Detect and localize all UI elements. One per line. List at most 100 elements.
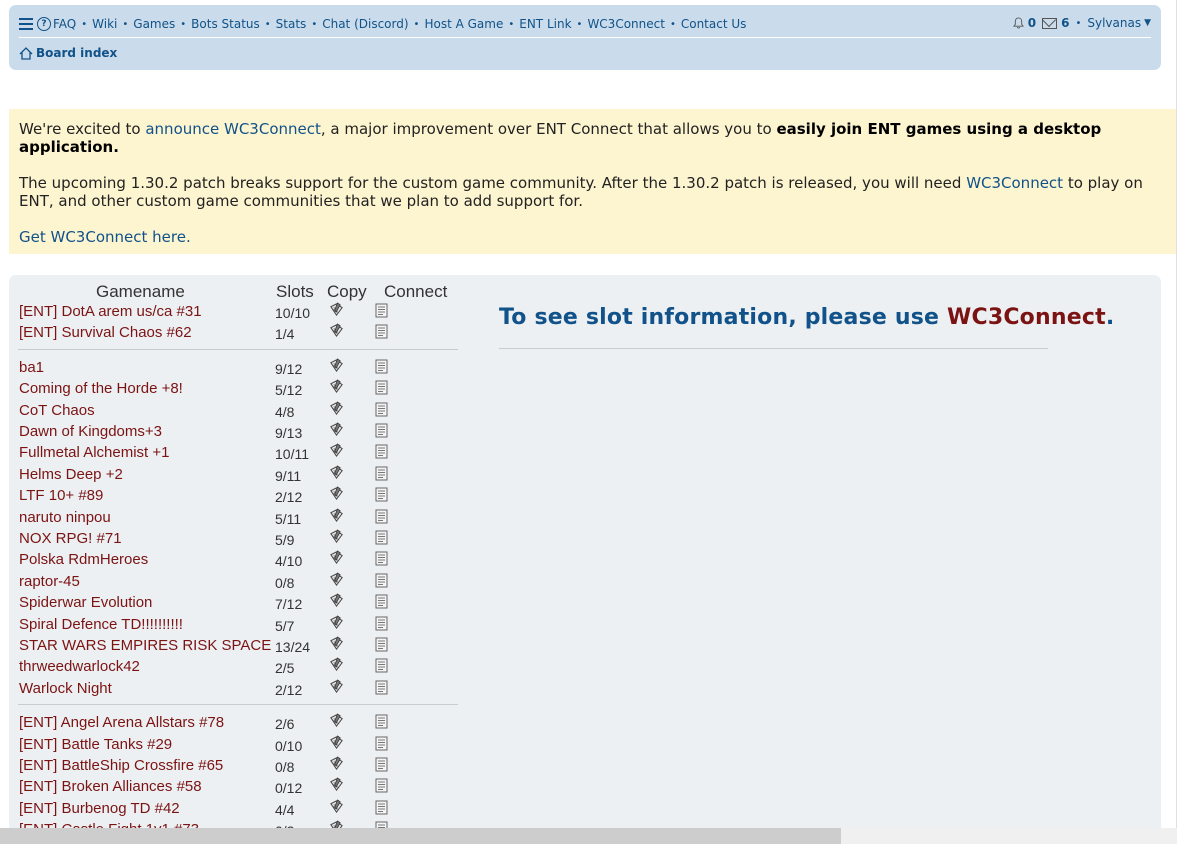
copy-icon[interactable] xyxy=(329,799,344,814)
game-name-link[interactable]: Spiderwar Evolution xyxy=(19,592,152,613)
nav-link-games[interactable]: Games xyxy=(133,17,175,31)
copy-icon[interactable] xyxy=(329,443,344,458)
scrollbar-thumb[interactable] xyxy=(0,828,841,844)
game-name-link[interactable]: [ENT] DotA arem us/ca #31 xyxy=(19,301,202,322)
game-slots: 2/6 xyxy=(275,716,295,733)
copy-icon[interactable] xyxy=(329,486,344,501)
nav-link-ent-link[interactable]: ENT Link xyxy=(519,17,571,31)
menu-icon[interactable] xyxy=(19,18,33,30)
game-name-link[interactable]: [ENT] Burbenog TD #42 xyxy=(19,798,180,819)
game-row: thrweedwarlock42 2/5 xyxy=(9,656,449,677)
game-name-link[interactable]: NOX RPG! #71 xyxy=(19,528,122,549)
game-name-link[interactable]: naruto ninpou xyxy=(19,507,111,528)
nav-link-wc3connect[interactable]: WC3Connect xyxy=(587,17,665,31)
connect-icon[interactable] xyxy=(375,637,388,652)
connect-icon[interactable] xyxy=(375,324,388,339)
connect-icon[interactable] xyxy=(375,359,388,374)
game-name-link[interactable]: STAR WARS EMPIRES RISK SPACE xyxy=(19,635,271,656)
copy-icon[interactable] xyxy=(329,572,344,587)
nav-link-chat[interactable]: Chat (Discord) xyxy=(322,17,408,31)
game-slots: 4/4 xyxy=(275,801,295,818)
game-name-link[interactable]: [ENT] Broken Alliances #58 xyxy=(19,776,202,797)
game-name-link[interactable]: [ENT] Survival Chaos #62 xyxy=(19,322,192,343)
copy-icon[interactable] xyxy=(329,465,344,480)
game-slots: 5/7 xyxy=(275,617,295,634)
nav-link-wiki[interactable]: Wiki xyxy=(92,17,117,31)
connect-icon[interactable] xyxy=(375,466,388,481)
nav-bullet: • xyxy=(122,18,129,30)
connect-icon[interactable] xyxy=(375,736,388,751)
copy-icon[interactable] xyxy=(329,529,344,544)
announcement-paragraph-2: The upcoming 1.30.2 patch breaks support… xyxy=(19,174,1149,210)
game-name-link[interactable]: [ENT] BattleShip Crossfire #65 xyxy=(19,755,223,776)
copy-icon[interactable] xyxy=(329,657,344,672)
caret-down-icon[interactable]: ▼ xyxy=(1144,18,1151,28)
copy-icon[interactable] xyxy=(329,636,344,651)
game-name-link[interactable]: Spiral Defence TD!!!!!!!!!! xyxy=(19,614,183,635)
breadcrumb-board-index[interactable]: Board index xyxy=(36,46,117,60)
copy-icon[interactable] xyxy=(329,422,344,437)
connect-icon[interactable] xyxy=(375,530,388,545)
game-name-link[interactable]: Coming of the Horde +8! xyxy=(19,378,183,399)
game-name-link[interactable]: [ENT] Angel Arena Allstars #78 xyxy=(19,712,224,733)
connect-icon[interactable] xyxy=(375,714,388,729)
connect-icon[interactable] xyxy=(375,594,388,609)
messages-count[interactable]: 6 xyxy=(1061,16,1069,30)
game-name-link[interactable]: Warlock Night xyxy=(19,678,112,699)
copy-icon[interactable] xyxy=(329,713,344,728)
copy-icon[interactable] xyxy=(329,756,344,771)
game-name-link[interactable]: Dawn of Kingdoms+3 xyxy=(19,421,162,442)
slot-info-wc3connect-link[interactable]: WC3Connect xyxy=(947,305,1106,330)
nav-link-faq[interactable]: FAQ xyxy=(53,17,76,31)
copy-icon[interactable] xyxy=(329,358,344,373)
game-name-link[interactable]: ba1 xyxy=(19,357,44,378)
copy-icon[interactable] xyxy=(329,734,344,750)
game-name-link[interactable]: raptor-45 xyxy=(19,571,80,592)
game-name-link[interactable]: Helms Deep +2 xyxy=(19,464,123,485)
copy-icon[interactable] xyxy=(329,302,344,317)
announce-link[interactable]: announce WC3Connect xyxy=(145,120,321,138)
game-name-link[interactable]: Fullmetal Alchemist +1 xyxy=(19,442,169,463)
nav-link-contact-us[interactable]: Contact Us xyxy=(681,17,747,31)
connect-icon[interactable] xyxy=(375,778,388,793)
copy-icon[interactable] xyxy=(329,550,344,565)
connect-icon[interactable] xyxy=(375,303,388,318)
game-name-link[interactable]: LTF 10+ #89 xyxy=(19,485,103,506)
copy-icon[interactable] xyxy=(329,507,344,523)
question-icon: ? xyxy=(37,17,51,31)
connect-icon[interactable] xyxy=(375,551,388,566)
game-name-link[interactable]: CoT Chaos xyxy=(19,400,95,421)
notifications-count[interactable]: 0 xyxy=(1028,16,1036,30)
copy-icon[interactable] xyxy=(329,777,344,792)
copy-icon[interactable] xyxy=(329,379,344,394)
get-wc3connect-link[interactable]: Get WC3Connect here. xyxy=(19,228,191,246)
game-name-link[interactable]: [ENT] Battle Tanks #29 xyxy=(19,734,172,755)
horizontal-scrollbar[interactable] xyxy=(0,828,1177,844)
connect-icon[interactable] xyxy=(375,487,388,502)
connect-icon[interactable] xyxy=(375,757,388,772)
nav-link-bots-status[interactable]: Bots Status xyxy=(191,17,260,31)
connect-icon[interactable] xyxy=(375,380,388,395)
connect-icon[interactable] xyxy=(375,402,388,417)
copy-icon[interactable] xyxy=(329,323,344,338)
connect-icon[interactable] xyxy=(375,509,388,524)
copy-icon[interactable] xyxy=(329,400,344,416)
connect-icon[interactable] xyxy=(375,444,388,459)
mail-icon[interactable] xyxy=(1042,17,1058,29)
game-name-link[interactable]: Polska RdmHeroes xyxy=(19,549,148,570)
connect-icon[interactable] xyxy=(375,658,388,673)
copy-icon[interactable] xyxy=(329,593,344,608)
bell-icon[interactable] xyxy=(1012,17,1024,29)
nav-link-stats[interactable]: Stats xyxy=(276,17,307,31)
connect-icon[interactable] xyxy=(375,573,388,588)
game-name-link[interactable]: thrweedwarlock42 xyxy=(19,656,140,677)
wc3connect-link[interactable]: WC3Connect xyxy=(966,174,1063,192)
connect-icon[interactable] xyxy=(375,800,388,815)
connect-icon[interactable] xyxy=(375,680,388,695)
username[interactable]: Sylvanas xyxy=(1087,16,1141,30)
copy-icon[interactable] xyxy=(329,614,344,630)
copy-icon[interactable] xyxy=(329,679,344,694)
nav-link-host-game[interactable]: Host A Game xyxy=(424,17,503,31)
connect-icon[interactable] xyxy=(375,616,388,631)
connect-icon[interactable] xyxy=(375,423,388,438)
